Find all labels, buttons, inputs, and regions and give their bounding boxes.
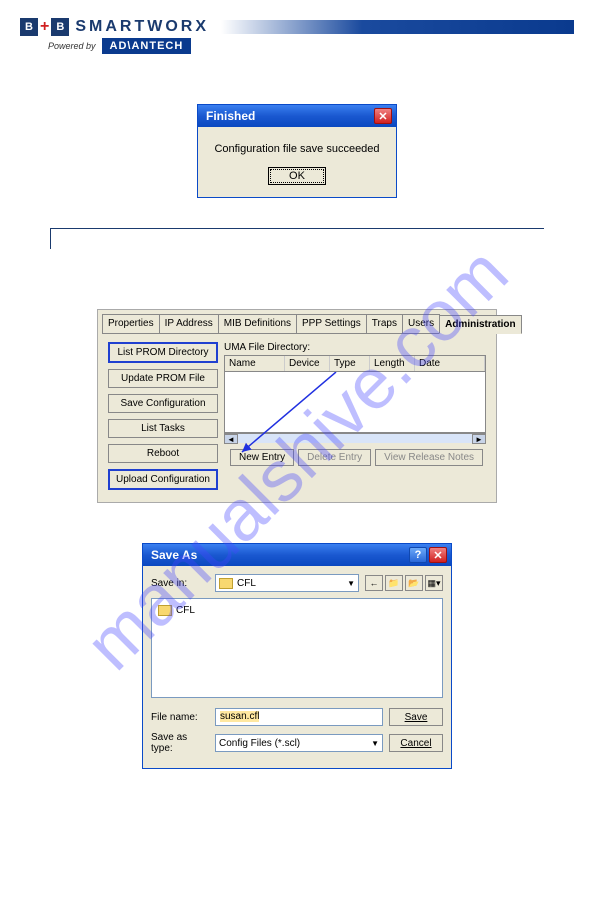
tab-mib-definitions[interactable]: MIB Definitions <box>218 314 297 333</box>
saveastype-value: Config Files (*.scl) <box>219 738 300 749</box>
list-item[interactable]: CFL <box>158 605 436 616</box>
saveastype-dropdown[interactable]: Config Files (*.scl) ▼ <box>215 734 383 752</box>
saveastype-label: Save as type: <box>151 732 209 754</box>
logo-plus: + <box>40 18 49 36</box>
delete-entry-button: Delete Entry <box>298 449 371 466</box>
save-as-dialog: Save As ? ✕ Save in: CFL ▼ ← 📁 📂 ▦▾ CFL <box>142 543 452 769</box>
divider-stub <box>50 229 594 249</box>
update-prom-button[interactable]: Update PROM File <box>108 369 218 388</box>
gradient-bar <box>221 20 574 34</box>
col-length[interactable]: Length <box>370 356 415 371</box>
scroll-left-icon[interactable]: ◄ <box>224 434 238 444</box>
filename-label: File name: <box>151 712 209 723</box>
finished-title: Finished <box>206 109 255 123</box>
list-tasks-button[interactable]: List Tasks <box>108 419 218 438</box>
powered-by-label: Powered by <box>48 41 96 51</box>
chevron-down-icon: ▼ <box>371 739 379 748</box>
col-device[interactable]: Device <box>285 356 330 371</box>
new-entry-button[interactable]: New Entry <box>230 449 294 466</box>
save-configuration-button[interactable]: Save Configuration <box>108 394 218 413</box>
chevron-down-icon: ▼ <box>347 579 355 588</box>
view-release-notes-button: View Release Notes <box>375 449 483 466</box>
save-as-title: Save As <box>151 548 197 562</box>
logo-b2: B <box>51 18 69 36</box>
scrollbar[interactable]: ◄ ► <box>224 433 486 443</box>
filename-input[interactable]: susan.cfl <box>215 708 383 726</box>
finished-dialog: Finished ✕ Configuration file save succe… <box>197 104 397 198</box>
tab-traps[interactable]: Traps <box>366 314 403 333</box>
tab-properties[interactable]: Properties <box>102 314 160 333</box>
up-folder-icon[interactable]: 📁 <box>385 575 403 591</box>
brand-text: SMARTWORX <box>75 18 209 36</box>
folder-icon <box>158 605 172 616</box>
new-folder-icon[interactable]: 📂 <box>405 575 423 591</box>
scroll-right-icon[interactable]: ► <box>472 434 486 444</box>
ok-button[interactable]: OK <box>268 167 326 185</box>
file-directory-table: Name Device Type Length Date <box>224 355 486 433</box>
page-header: B + B SMARTWORX Powered by AD\ANTECH <box>0 0 594 54</box>
finished-titlebar: Finished ✕ <box>198 105 396 127</box>
tab-ip-address[interactable]: IP Address <box>159 314 219 333</box>
save-as-titlebar: Save As ? ✕ <box>143 544 451 566</box>
tab-ppp-settings[interactable]: PPP Settings <box>296 314 367 333</box>
admin-tabs-panel: Properties IP Address MIB Definitions PP… <box>97 309 497 503</box>
col-date[interactable]: Date <box>415 356 485 371</box>
tab-administration[interactable]: Administration <box>439 315 522 334</box>
bb-logo: B + B <box>20 18 69 36</box>
reboot-button[interactable]: Reboot <box>108 444 218 463</box>
finished-message: Configuration file save succeeded <box>208 143 386 155</box>
save-button[interactable]: Save <box>389 708 443 726</box>
save-in-label: Save in: <box>151 578 209 589</box>
save-in-value: CFL <box>237 578 256 589</box>
cancel-button[interactable]: Cancel <box>389 734 443 752</box>
back-icon[interactable]: ← <box>365 575 383 591</box>
col-name[interactable]: Name <box>225 356 285 371</box>
tabstrip: Properties IP Address MIB Definitions PP… <box>102 314 492 334</box>
filename-value: susan.cfl <box>220 711 259 722</box>
tab-users[interactable]: Users <box>402 314 440 333</box>
file-list[interactable]: CFL <box>151 598 443 698</box>
save-in-dropdown[interactable]: CFL ▼ <box>215 574 359 592</box>
col-type[interactable]: Type <box>330 356 370 371</box>
close-icon[interactable]: ✕ <box>374 108 392 124</box>
advantech-logo: AD\ANTECH <box>102 38 192 54</box>
file-item-label: CFL <box>176 605 195 616</box>
file-directory-label: UMA File Directory: <box>224 342 486 353</box>
close-icon[interactable]: ✕ <box>429 547 447 563</box>
list-prom-button[interactable]: List PROM Directory <box>108 342 218 363</box>
logo-b1: B <box>20 18 38 36</box>
folder-icon <box>219 578 233 589</box>
upload-configuration-button[interactable]: Upload Configuration <box>108 469 218 490</box>
view-menu-icon[interactable]: ▦▾ <box>425 575 443 591</box>
help-icon[interactable]: ? <box>409 547 427 563</box>
